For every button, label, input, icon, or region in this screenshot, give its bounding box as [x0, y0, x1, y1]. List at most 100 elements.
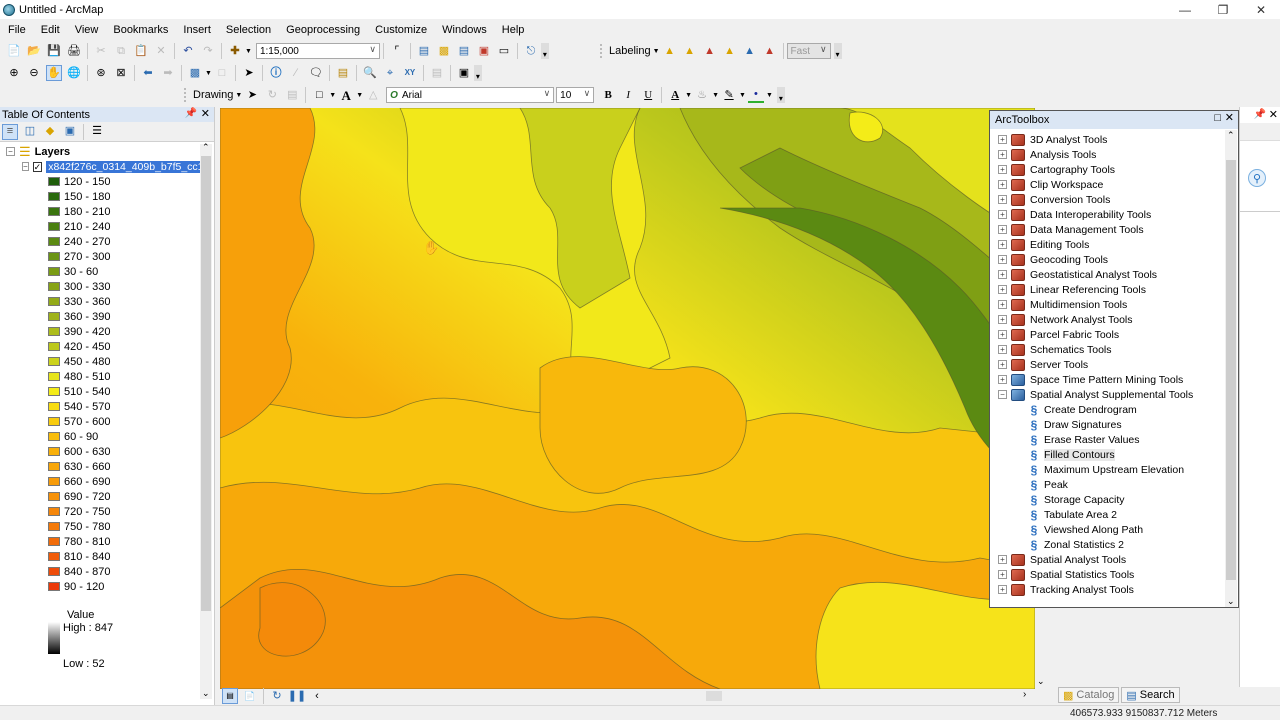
- new-document-icon[interactable]: 📄: [6, 43, 22, 59]
- drawing-dropdown-icon[interactable]: ▼: [235, 92, 242, 99]
- legend-swatch[interactable]: [48, 537, 60, 546]
- italic-button[interactable]: I: [620, 87, 636, 103]
- legend-swatch[interactable]: [48, 282, 60, 291]
- legend-class-row[interactable]: 330 - 360: [0, 294, 200, 309]
- measure-icon[interactable]: ▤: [335, 65, 351, 81]
- expand-icon[interactable]: +: [998, 240, 1007, 249]
- toolbox-scroll-thumb[interactable]: [1226, 160, 1236, 580]
- expand-icon[interactable]: +: [998, 375, 1007, 384]
- toolbox-row[interactable]: + Analysis Tools: [990, 147, 1226, 162]
- pin-icon[interactable]: 📌: [1254, 109, 1266, 120]
- scroll-left-icon[interactable]: ‹: [309, 688, 325, 704]
- legend-swatch[interactable]: [48, 507, 60, 516]
- toolbox-row[interactable]: − Spatial Analyst Supplemental Tools: [990, 387, 1226, 402]
- expand-icon[interactable]: +: [998, 285, 1007, 294]
- toolbox-row[interactable]: + Network Analyst Tools: [990, 312, 1226, 327]
- redo-icon[interactable]: ↷: [200, 43, 216, 59]
- label-manager-icon[interactable]: ▲: [662, 43, 678, 59]
- expand-icon[interactable]: +: [998, 225, 1007, 234]
- toolbar-options-icon[interactable]: ▾: [776, 87, 785, 103]
- expand-icon[interactable]: +: [998, 195, 1007, 204]
- catalog-window-icon[interactable]: ▩: [436, 43, 452, 59]
- labeling-menu[interactable]: Labeling: [609, 45, 651, 57]
- scroll-up-icon[interactable]: ⌃: [202, 142, 210, 153]
- fill-color-bucket-icon[interactable]: ♨: [694, 87, 710, 103]
- html-popup-icon[interactable]: 🗨: [308, 65, 324, 81]
- bold-button[interactable]: B: [600, 87, 616, 103]
- layer-name[interactable]: x842f276c_0314_409b_b7f5_cc11: [46, 160, 200, 173]
- legend-class-row[interactable]: 450 - 480: [0, 354, 200, 369]
- toolbox-row[interactable]: + Linear Referencing Tools: [990, 282, 1226, 297]
- menu-customize[interactable]: Customize: [367, 24, 434, 36]
- select-elements-icon[interactable]: ➤: [244, 87, 260, 103]
- python-window-icon[interactable]: ▭: [496, 43, 512, 59]
- font-color-dropdown-icon[interactable]: ▼: [685, 92, 692, 99]
- layer-visibility-checkbox[interactable]: ✓: [32, 161, 43, 172]
- line-color-pen-icon[interactable]: ✎: [721, 87, 737, 103]
- menu-view[interactable]: View: [67, 24, 106, 36]
- legend-class-row[interactable]: 810 - 840: [0, 549, 200, 564]
- catalog-tab[interactable]: ▩ Catalog: [1058, 687, 1120, 703]
- toolbox-row[interactable]: + Clip Workspace: [990, 177, 1226, 192]
- toolbox-row[interactable]: + Schematics Tools: [990, 342, 1226, 357]
- select-dropdown-icon[interactable]: ▼: [205, 70, 212, 77]
- map-view[interactable]: ✋: [220, 108, 1035, 689]
- legend-class-row[interactable]: 30 - 60: [0, 264, 200, 279]
- close-icon[interactable]: ✕: [201, 107, 210, 120]
- marker-color-icon[interactable]: •: [747, 87, 764, 103]
- toolbar-options-icon[interactable]: ▾: [473, 65, 482, 81]
- legend-swatch[interactable]: [48, 177, 60, 186]
- undo-icon[interactable]: ↶: [180, 43, 196, 59]
- list-by-selection-icon[interactable]: ▣: [62, 124, 78, 140]
- legend-swatch[interactable]: [48, 237, 60, 246]
- toolbox-tool-row[interactable]: § Maximum Upstream Elevation: [990, 462, 1226, 477]
- toolbox-scrollbar[interactable]: ⌃ ⌄: [1225, 130, 1237, 607]
- menu-file[interactable]: File: [0, 24, 33, 36]
- toolbox-tool-row[interactable]: § Storage Capacity: [990, 492, 1226, 507]
- collapse-icon[interactable]: −: [6, 147, 15, 156]
- delete-icon[interactable]: ✕: [153, 43, 169, 59]
- menu-windows[interactable]: Windows: [434, 24, 494, 36]
- legend-swatch[interactable]: [48, 567, 60, 576]
- legend-swatch[interactable]: [48, 552, 60, 561]
- legend-class-row[interactable]: 570 - 600: [0, 414, 200, 429]
- legend-swatch[interactable]: [48, 402, 60, 411]
- text-dropdown-icon[interactable]: ▼: [356, 92, 363, 99]
- legend-swatch[interactable]: [48, 312, 60, 321]
- zoom-out-icon[interactable]: ⊖: [26, 65, 42, 81]
- marker-color-dropdown-icon[interactable]: ▼: [766, 92, 773, 99]
- menu-edit[interactable]: Edit: [33, 24, 67, 36]
- toolbox-row[interactable]: + Parcel Fabric Tools: [990, 327, 1226, 342]
- legend-swatch[interactable]: [48, 267, 60, 276]
- list-by-drawing-order-icon[interactable]: ≡: [2, 123, 18, 140]
- toolbox-row[interactable]: + Space Time Pattern Mining Tools: [990, 372, 1226, 387]
- toolbox-tool-row[interactable]: § Peak: [990, 477, 1226, 492]
- label-weight-icon[interactable]: ▲: [702, 43, 718, 59]
- legend-class-row[interactable]: 720 - 750: [0, 504, 200, 519]
- toolbox-row[interactable]: + Editing Tools: [990, 237, 1226, 252]
- legend-swatch[interactable]: [48, 432, 60, 441]
- legend-class-row[interactable]: 360 - 390: [0, 309, 200, 324]
- create-viewer-window-icon[interactable]: ▣: [456, 65, 472, 81]
- raster-layer-row[interactable]: − ✓ x842f276c_0314_409b_b7f5_cc11: [0, 159, 200, 174]
- legend-swatch[interactable]: [48, 462, 60, 471]
- close-icon[interactable]: ✕: [1269, 108, 1278, 121]
- lock-labels-icon[interactable]: ▲: [722, 43, 738, 59]
- expand-icon[interactable]: +: [998, 210, 1007, 219]
- toolbox-row[interactable]: + Geocoding Tools: [990, 252, 1226, 267]
- list-by-visibility-icon[interactable]: ◆: [42, 124, 58, 140]
- rectangle-dropdown-icon[interactable]: ▼: [329, 92, 336, 99]
- legend-class-row[interactable]: 60 - 90: [0, 429, 200, 444]
- legend-class-row[interactable]: 270 - 300: [0, 249, 200, 264]
- data-view-icon[interactable]: ▤: [222, 688, 238, 704]
- labeling-speed-combo[interactable]: Fast ∨: [786, 43, 831, 59]
- legend-class-row[interactable]: 660 - 690: [0, 474, 200, 489]
- legend-swatch[interactable]: [48, 252, 60, 261]
- toolbox-row[interactable]: +3D Analyst Tools: [990, 132, 1226, 147]
- font-size-combo[interactable]: 10 ∨: [556, 87, 595, 103]
- menu-bookmarks[interactable]: Bookmarks: [105, 24, 175, 36]
- refresh-icon[interactable]: ↻: [269, 688, 285, 704]
- fixed-zoom-out-icon[interactable]: ⊠: [113, 65, 129, 81]
- toolbox-row[interactable]: + Spatial Statistics Tools: [990, 567, 1226, 582]
- pan-hand-icon[interactable]: ✋: [46, 65, 62, 81]
